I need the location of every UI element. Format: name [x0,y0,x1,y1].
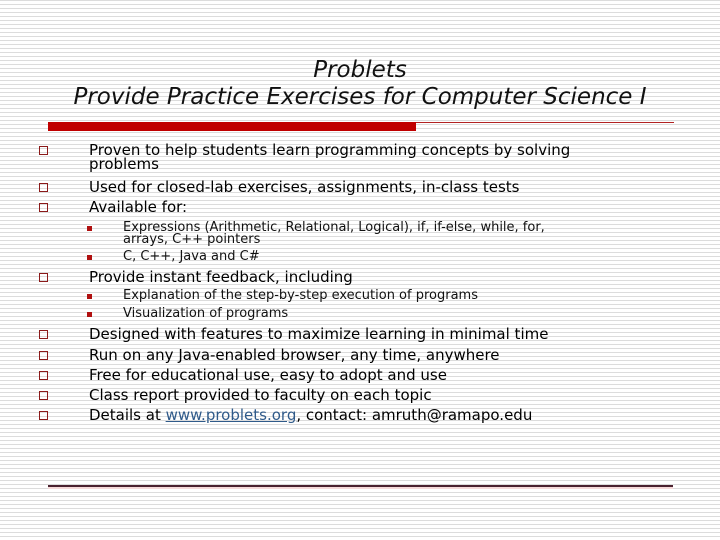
hollow-square-bullet-icon [39,371,48,380]
bullet-item: Available for: [39,198,188,216]
bullet-item: Free for educational use, easy to adopt … [39,366,447,384]
contact-text: , contact: amruth@ramapo.edu [296,406,533,424]
bullet-text-line: Details at www.problets.org, contact: am… [89,406,533,424]
slide: Problets Provide Practice Exercises for … [0,0,720,540]
bullet-text-line: Free for educational use, easy to adopt … [89,366,447,384]
filled-square-bullet-icon [87,294,92,299]
bullet-item: Designed with features to maximize learn… [39,325,549,343]
bullet-text-line: Proven to help students learn programmin… [89,141,571,159]
bullet-text-line: Available for: [89,198,188,216]
sub-bullet-text-line: C, C++, Java and C# [123,249,260,264]
title-accent-bar [48,122,416,131]
footer-divider-line [48,485,673,487]
title-divider-line [416,122,674,123]
sub-bullet-item: Explanation of the step-by-step executio… [87,288,478,303]
hollow-square-bullet-icon [39,183,48,192]
hollow-square-bullet-icon [39,411,48,420]
sub-bullet-item: C, C++, Java and C# [87,249,260,264]
bullet-text-line: Used for closed-lab exercises, assignmen… [89,178,520,196]
hollow-square-bullet-icon [39,330,48,339]
sub-bullet-item: Expressions (Arithmetic, Relational, Log… [87,221,545,247]
bullet-item: Details at www.problets.org, contact: am… [39,406,533,424]
title-line-1: Problets [313,57,407,83]
filled-square-bullet-icon [87,255,92,260]
sub-bullet-text-line: Explanation of the step-by-step executio… [123,288,478,303]
filled-square-bullet-icon [87,226,92,231]
hollow-square-bullet-icon [39,273,48,282]
hollow-square-bullet-icon [39,391,48,400]
bullet-text-line: Class report provided to faculty on each… [89,386,432,404]
bullet-text-line: problems [89,155,159,173]
sub-bullet-item: Visualization of programs [87,306,289,321]
bullet-item: Provide instant feedback, including [39,268,353,286]
hollow-square-bullet-icon [39,146,48,155]
details-prefix: Details at [89,406,166,424]
bullet-item: Class report provided to faculty on each… [39,386,432,404]
slide-title: Problets Provide Practice Exercises for … [0,57,720,111]
filled-square-bullet-icon [87,312,92,317]
problets-website-link[interactable]: www.problets.org [166,406,297,424]
hollow-square-bullet-icon [39,351,48,360]
bullet-item: Proven to help students learn programmin… [39,141,571,173]
sub-bullet-text-line: arrays, C++ pointers [123,232,261,247]
bullet-text-line: Provide instant feedback, including [89,268,353,286]
hollow-square-bullet-icon [39,203,48,212]
title-line-2: Provide Practice Exercises for Computer … [73,84,647,110]
bullet-item: Used for closed-lab exercises, assignmen… [39,178,520,196]
sub-bullet-text-line: Visualization of programs [123,306,289,321]
bullet-text-line: Designed with features to maximize learn… [89,325,549,343]
bullet-text-line: Run on any Java-enabled browser, any tim… [89,346,500,364]
bullet-item: Run on any Java-enabled browser, any tim… [39,346,500,364]
